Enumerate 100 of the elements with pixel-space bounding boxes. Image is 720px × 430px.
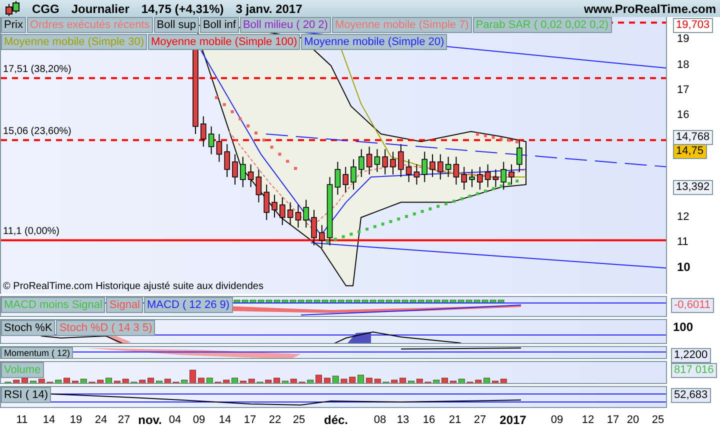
- date-label: 22: [268, 414, 282, 427]
- candlestick: [374, 148, 380, 172]
- date-label: 09: [550, 414, 564, 427]
- volume-bar: [500, 378, 507, 383]
- level-label: 15,06 (23,60%): [3, 126, 72, 138]
- volume-bar: [30, 380, 36, 383]
- price-tag: 14,75: [673, 144, 707, 159]
- candlestick: [303, 199, 309, 228]
- volume-bar: [433, 380, 440, 383]
- candlestick: [358, 148, 364, 178]
- candlestick: [390, 151, 396, 175]
- date-label: 14: [42, 414, 56, 427]
- date-label: 19: [70, 414, 82, 427]
- axis-tick-label: 18: [677, 58, 690, 72]
- volume-bar: [248, 378, 255, 383]
- volume-bar: [349, 376, 356, 383]
- legend-label[interactable]: Prix: [1, 17, 26, 33]
- candlestick: [256, 168, 262, 203]
- copyright-note: © ProRealTime.com Historique ajusté suite aux dividendes: [3, 281, 264, 293]
- level-label: 17,51 (38,20%): [3, 64, 72, 76]
- legend-label[interactable]: Stoch %K: [1, 320, 56, 336]
- date-label: 27: [118, 414, 130, 427]
- volume-bar: [458, 378, 465, 383]
- axis-tick-label: 19: [677, 33, 690, 46]
- candlestick: [326, 176, 333, 246]
- candlestick: [382, 148, 388, 175]
- indicator-value: 52,683: [671, 388, 711, 403]
- volume-bar: [324, 378, 330, 383]
- axis-tick-label: 10: [677, 261, 690, 274]
- date-label: 27: [474, 414, 486, 427]
- volume-bar: [391, 380, 398, 383]
- candlestick: [280, 196, 286, 226]
- volume-bar: [223, 380, 230, 383]
- date-label: nov.: [138, 414, 162, 427]
- symbol: CGG: [32, 2, 60, 16]
- candlestick: [461, 166, 467, 190]
- legend-label[interactable]: Boll inf: [200, 17, 239, 33]
- candlestick: [295, 204, 302, 228]
- axis-tick-label: 17: [677, 84, 690, 97]
- legend-label[interactable]: Boll sup: [154, 17, 199, 33]
- candlestick: [208, 126, 214, 155]
- candlestick: [200, 116, 206, 148]
- date-label: 2017: [500, 414, 526, 427]
- legend-label[interactable]: RSI ( 14): [1, 387, 52, 403]
- volume-bar: [340, 378, 348, 383]
- volume-bar: [332, 376, 339, 383]
- legend-label[interactable]: Moyenne mobile (Simple 100): [148, 34, 300, 50]
- volume-bar: [181, 380, 188, 383]
- candlestick: [477, 166, 483, 190]
- indicator-value: 100: [672, 321, 694, 334]
- legend-label[interactable]: Signal: [106, 297, 143, 313]
- volume-bar: [106, 378, 112, 383]
- candlestick: [500, 161, 506, 190]
- axis-tick-label: 11: [677, 236, 688, 249]
- volume-bar: [450, 380, 456, 383]
- website-link[interactable]: www.ProRealTime.com: [584, 2, 716, 16]
- candlestick: [516, 140, 522, 172]
- date-label: déc.: [324, 414, 348, 427]
- volume-bar: [64, 378, 70, 383]
- volume-bar: [316, 374, 322, 383]
- volume-bar: [156, 380, 162, 383]
- date-label: 16: [422, 414, 436, 427]
- candlestick: [469, 168, 475, 188]
- date-label: 17: [606, 414, 620, 427]
- indicator-value: 817 016: [671, 363, 717, 378]
- volume-bar: [122, 378, 129, 383]
- date-label: 14: [218, 414, 232, 427]
- candlestick: [272, 194, 278, 218]
- candlestick: [453, 156, 460, 186]
- legend-label[interactable]: MACD ( 12 26 9): [144, 297, 233, 313]
- volume-bar: [400, 378, 406, 383]
- candlestick: [430, 154, 436, 178]
- volume-bar: [148, 378, 154, 383]
- date-label: 17: [244, 414, 256, 427]
- period: Journalier: [71, 2, 130, 16]
- candlestick: [334, 161, 341, 196]
- candlestick: [508, 164, 514, 186]
- volume-bar: [240, 380, 246, 383]
- candlestick: [422, 151, 428, 183]
- legend-label[interactable]: Momentum ( 12): [1, 347, 74, 358]
- date-label: 21: [448, 414, 462, 427]
- volume-bar: [366, 378, 372, 383]
- volume-bar: [374, 378, 381, 383]
- legend-label[interactable]: Boll milieu ( 20 2): [240, 17, 331, 33]
- legend-label[interactable]: Stoch %D ( 14 3 5): [56, 320, 156, 336]
- volume-bar: [97, 380, 104, 383]
- date-label: 11: [16, 414, 28, 427]
- candlestick: [350, 158, 356, 190]
- volume-bar: [72, 380, 78, 383]
- date-label: 25: [292, 414, 306, 427]
- date-label: 20: [626, 414, 640, 427]
- price-change: 14,75 (+4,31%): [141, 2, 224, 16]
- candlestick-icon: [4, 0, 20, 16]
- candlestick: [264, 184, 270, 221]
- volume-bar: [198, 378, 204, 383]
- volume-bar: [265, 380, 272, 383]
- legend-label[interactable]: Moyenne mobile (Simple 20): [301, 34, 448, 50]
- volume-bar: [55, 380, 62, 383]
- candlestick: [224, 144, 230, 178]
- volume-bar: [358, 374, 364, 383]
